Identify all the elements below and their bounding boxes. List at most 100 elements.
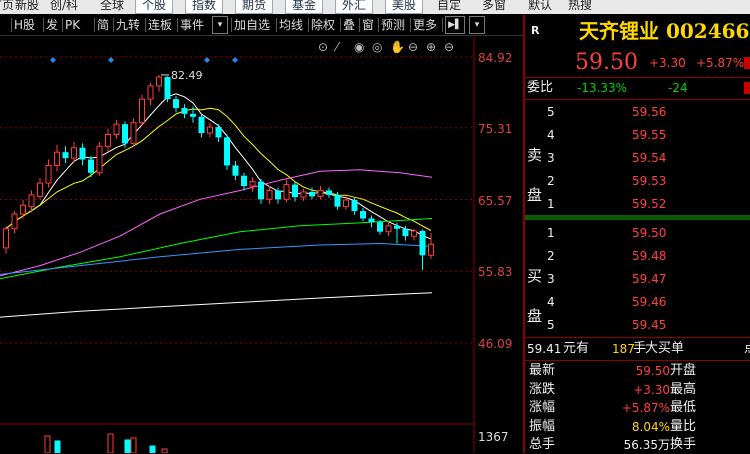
- market-tab-2[interactable]: 创/科: [50, 0, 78, 13]
- y-tick-label: 84.92: [478, 51, 513, 65]
- big-order-qty: 187: [612, 342, 635, 356]
- market-tab-9[interactable]: 美股: [385, 0, 424, 14]
- order-book-row[interactable]: 4 59.46: [525, 292, 750, 312]
- toolbar-btn-3[interactable]: 简: [97, 17, 109, 33]
- volume-bar: [149, 445, 156, 453]
- market-tab-0[interactable]: 首页: [0, 0, 14, 13]
- stock-name[interactable]: 天齐锂业 002466: [579, 18, 749, 44]
- candle-body: [394, 225, 400, 229]
- y-tick-label: 65.57: [478, 194, 513, 208]
- order-book-row[interactable]: 5 59.56: [525, 102, 750, 122]
- price-change-pct: +5.87%: [696, 56, 745, 70]
- candle-body: [181, 107, 188, 114]
- toolbar-btn2-5[interactable]: 预测: [381, 17, 405, 33]
- order-book-row[interactable]: 3 59.54: [525, 148, 750, 168]
- market-tab-7[interactable]: 基金: [285, 0, 324, 14]
- chart-tool-icon[interactable]: ◎: [372, 40, 382, 54]
- candle-body: [241, 175, 247, 187]
- stat-label-2: 最高: [670, 381, 697, 397]
- chart-tool-icon[interactable]: ✋: [390, 40, 405, 54]
- chart-tool-icon[interactable]: ⊙: [318, 40, 328, 54]
- order-book-row[interactable]: 1 59.50: [525, 223, 750, 243]
- toolbar-btn-2[interactable]: PK: [65, 17, 80, 33]
- chart-tool-icon[interactable]: ◉: [354, 40, 364, 54]
- market-tab-12[interactable]: 默认: [528, 0, 552, 13]
- toolbar-btn-0[interactable]: H股: [14, 17, 35, 33]
- toolbar-btn2-1[interactable]: 均线: [279, 17, 303, 33]
- market-tab-5[interactable]: 指数: [185, 0, 224, 14]
- stat-label: 振幅: [529, 418, 556, 434]
- order-book-row[interactable]: 2 59.53: [525, 171, 750, 191]
- y-tick-label: 55.83: [478, 265, 513, 279]
- stat-value: +5.87%: [621, 401, 670, 415]
- toolbar-btn-4[interactable]: 九转: [116, 17, 140, 33]
- toolbar-btn-5[interactable]: 连板: [148, 17, 172, 33]
- stat-label-2: 开盘: [670, 363, 697, 378]
- chart-tool-icon[interactable]: ⁄: [333, 40, 341, 54]
- market-tab-8[interactable]: 外汇: [335, 0, 374, 14]
- candle-body: [198, 116, 205, 134]
- candle-body: [377, 222, 383, 232]
- order-level: 3: [547, 272, 555, 286]
- market-tab-4[interactable]: 个股: [135, 0, 174, 14]
- candle-body: [37, 182, 43, 197]
- chart-toolbar: H股发 PK 简九转 连板 事件 ▾ 加自选 均线 除权叠窗预测 更多 ▶▌ ▾: [0, 15, 524, 36]
- order-level: 1: [547, 226, 555, 240]
- candle-body: [215, 127, 222, 138]
- toolbar-dropdown[interactable]: ▾: [212, 16, 228, 34]
- candle-body: [3, 228, 9, 249]
- market-tab-3[interactable]: 全球: [100, 0, 124, 13]
- y-tick-label: 46.09: [478, 337, 513, 351]
- toolbar-btn2-3[interactable]: 叠: [343, 17, 355, 33]
- candle-body: [130, 122, 137, 144]
- chart-tool-icon[interactable]: ⊖: [444, 40, 454, 54]
- big-order-price: 59.41: [527, 342, 562, 356]
- wei-bi-row: 委比 -13.33% -24: [525, 78, 750, 98]
- play-button[interactable]: ▶▌: [445, 16, 465, 34]
- candle-body: [351, 200, 358, 212]
- order-book-row[interactable]: 3 59.47: [525, 269, 750, 289]
- candle-body: [309, 191, 315, 197]
- candle-body: [300, 191, 307, 198]
- candle-body: [71, 147, 77, 159]
- market-tab-11[interactable]: 多窗: [482, 0, 506, 13]
- toolbar-btn-6[interactable]: 事件: [180, 17, 204, 33]
- scroll-marker: [744, 82, 750, 94]
- big-order-tail: 点: [744, 339, 750, 359]
- toolbar-btn2-4[interactable]: 窗: [362, 17, 374, 33]
- stat-label: 最新: [529, 363, 556, 378]
- volume-axis-label: 1367: [478, 430, 509, 444]
- stat-label-2: 换手: [670, 437, 697, 452]
- market-tab-6[interactable]: 期货: [235, 0, 274, 14]
- volume-bar: [107, 433, 114, 453]
- market-tab-1[interactable]: 新股: [15, 0, 39, 13]
- candle-body: [79, 147, 86, 160]
- candle-body: [164, 77, 171, 100]
- stat-value: 56.35万: [623, 438, 670, 452]
- chart-tool-icon[interactable]: ⊖: [408, 40, 418, 54]
- order-book-row[interactable]: 2 59.48: [525, 246, 750, 266]
- stat-row: 涨幅 +5.87% 最低: [525, 399, 750, 417]
- market-tab-bar: 首页新股创/科 全球个股指数期货基金外汇美股自定 多窗 默认 热搜: [0, 0, 750, 14]
- market-tab-13[interactable]: 热搜: [568, 0, 592, 13]
- candle-body: [283, 184, 290, 200]
- toolbar-btn2-6[interactable]: 更多: [413, 17, 437, 33]
- toolbar-btn2-2[interactable]: 除权: [311, 17, 335, 33]
- order-price: 59.50: [632, 226, 667, 240]
- candle-body: [275, 190, 281, 200]
- toolbar-btn-1[interactable]: 发: [46, 17, 58, 33]
- order-book-row[interactable]: 4 59.55: [525, 125, 750, 145]
- order-price: 59.54: [632, 151, 667, 165]
- price-row: 59.50 +3.30 +5.87%: [525, 51, 750, 75]
- toolbar-dropdown-2[interactable]: ▾: [469, 16, 485, 34]
- stat-label: 涨跌: [529, 381, 556, 397]
- toolbar-btn2-0[interactable]: 加自选: [234, 17, 270, 33]
- chart-tool-icon[interactable]: ⊕: [426, 40, 436, 54]
- candle-body: [343, 199, 349, 208]
- ma30-line: [0, 218, 433, 280]
- order-book-row[interactable]: 5 59.45: [525, 315, 750, 335]
- stat-label-2: 量比: [670, 418, 697, 434]
- order-book-row[interactable]: 1 59.52: [525, 194, 750, 214]
- market-tab-10[interactable]: 自定: [437, 0, 461, 13]
- candlestick-chart[interactable]: 82.49⊙ ⁄ ◉ ◎ ✋ ⊖ ⊕ ⊖: [0, 36, 475, 453]
